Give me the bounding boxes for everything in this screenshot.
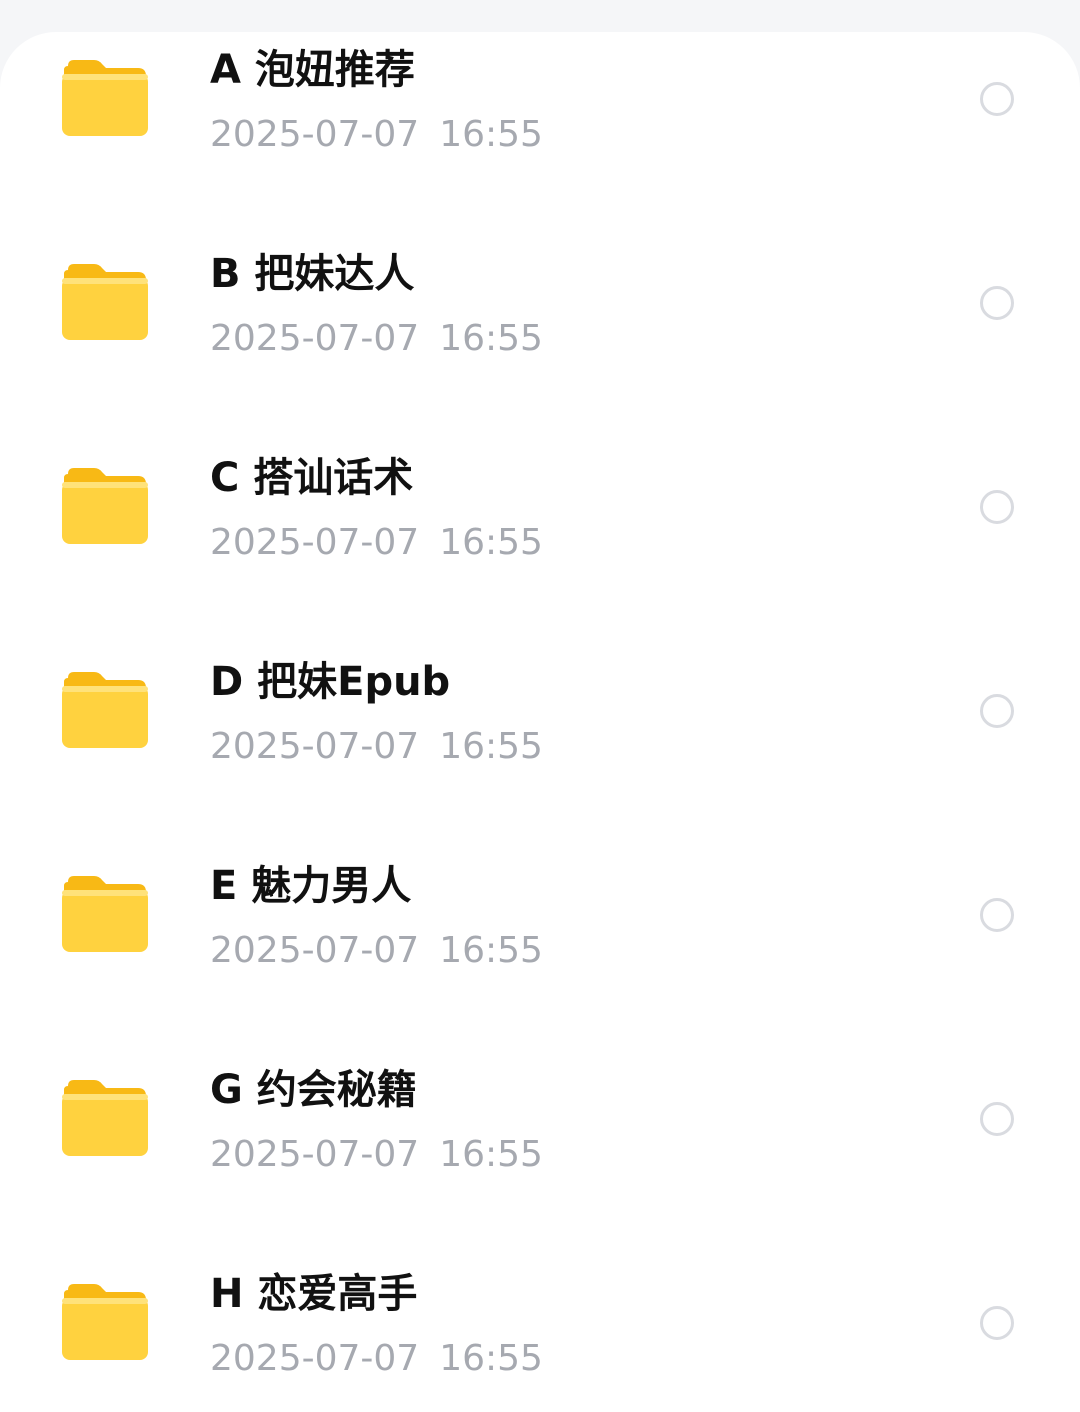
folder-icon: [62, 60, 148, 136]
folder-modified: 2025-07-07 16:55: [210, 929, 543, 973]
folder-time: 16:55: [439, 1134, 543, 1175]
folder-row[interactable]: G 约会秘籍 2025-07-07 16:55: [0, 1052, 1080, 1256]
file-list-card: A 泡妞推荐 2025-07-07 16:55 B 把妹达人 2025-07-07…: [0, 32, 1080, 1412]
select-radio[interactable]: [980, 694, 1014, 728]
folder-time: 16:55: [439, 114, 543, 155]
select-radio[interactable]: [980, 1306, 1014, 1340]
folder-date: 2025-07-07: [210, 930, 420, 971]
folder-icon: [62, 876, 148, 952]
folder-row[interactable]: D 把妹Epub 2025-07-07 16:55: [0, 644, 1080, 848]
select-radio[interactable]: [980, 898, 1014, 932]
folder-date: 2025-07-07: [210, 1134, 420, 1175]
folder-time: 16:55: [439, 318, 543, 359]
folder-icon: [62, 468, 148, 544]
select-radio[interactable]: [980, 286, 1014, 320]
folder-time: 16:55: [439, 1338, 543, 1379]
folder-time: 16:55: [439, 522, 543, 563]
folder-modified: 2025-07-07 16:55: [210, 317, 543, 361]
folder-row[interactable]: A 泡妞推荐 2025-07-07 16:55: [0, 32, 1080, 236]
folder-date: 2025-07-07: [210, 1338, 420, 1379]
folder-row[interactable]: H 恋爱高手 2025-07-07 16:55: [0, 1256, 1080, 1412]
folder-modified: 2025-07-07 16:55: [210, 1133, 543, 1177]
folder-row[interactable]: E 魅力男人 2025-07-07 16:55: [0, 848, 1080, 1052]
folder-modified: 2025-07-07 16:55: [210, 113, 543, 157]
folder-modified: 2025-07-07 16:55: [210, 725, 543, 769]
folder-row[interactable]: C 搭讪话术 2025-07-07 16:55: [0, 440, 1080, 644]
folder-icon: [62, 264, 148, 340]
folder-modified: 2025-07-07 16:55: [210, 521, 543, 565]
folder-icon: [62, 672, 148, 748]
folder-name: C 搭讪话术: [210, 455, 414, 501]
folder-name: E 魅力男人: [210, 863, 412, 909]
folder-name: A 泡妞推荐: [210, 47, 415, 93]
folder-date: 2025-07-07: [210, 114, 420, 155]
select-radio[interactable]: [980, 490, 1014, 524]
select-radio[interactable]: [980, 1102, 1014, 1136]
folder-name: B 把妹达人: [210, 251, 415, 297]
folder-name: G 约会秘籍: [210, 1067, 417, 1113]
folder-date: 2025-07-07: [210, 726, 420, 767]
folder-date: 2025-07-07: [210, 522, 420, 563]
folder-list: A 泡妞推荐 2025-07-07 16:55 B 把妹达人 2025-07-07…: [0, 32, 1080, 1412]
folder-time: 16:55: [439, 930, 543, 971]
folder-date: 2025-07-07: [210, 318, 420, 359]
folder-name: D 把妹Epub: [210, 659, 451, 705]
folder-icon: [62, 1284, 148, 1360]
folder-row[interactable]: B 把妹达人 2025-07-07 16:55: [0, 236, 1080, 440]
select-radio[interactable]: [980, 82, 1014, 116]
folder-time: 16:55: [439, 726, 543, 767]
folder-icon: [62, 1080, 148, 1156]
folder-name: H 恋爱高手: [210, 1271, 418, 1317]
folder-modified: 2025-07-07 16:55: [210, 1337, 543, 1381]
